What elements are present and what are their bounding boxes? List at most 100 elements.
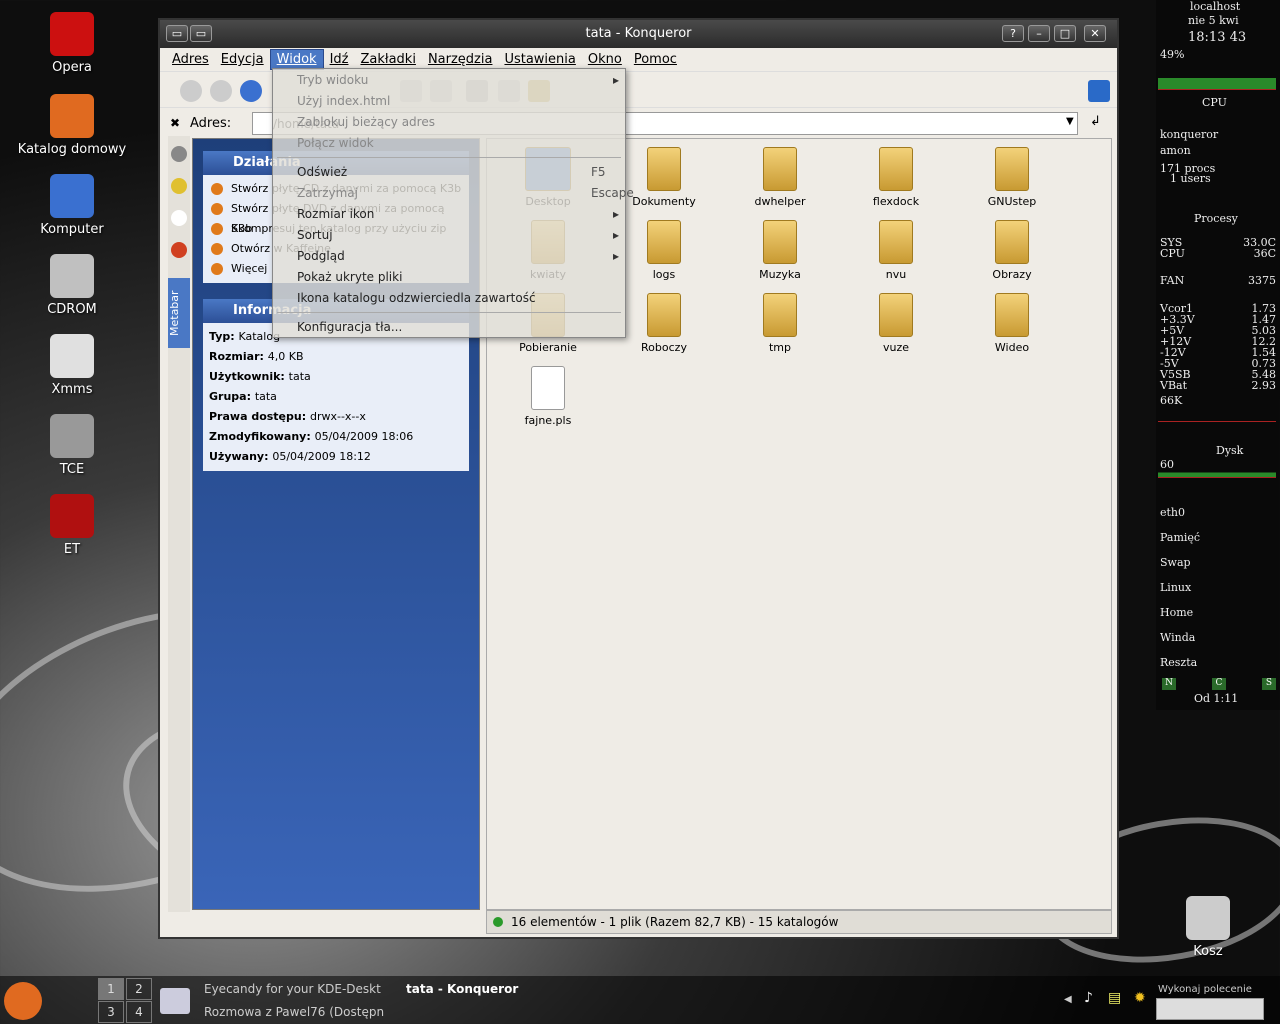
sidebar-tab-icon[interactable] [171, 146, 187, 162]
info-value: 05/04/2009 18:12 [272, 450, 371, 463]
view-menu-item-label: Rozmiar ikon [297, 207, 375, 221]
go-icon[interactable]: ↲ [1090, 114, 1101, 129]
view-menu-item[interactable]: Sortuj ▸ [297, 228, 619, 242]
view-menu-item-label: Zablokuj bieżący adres [297, 115, 435, 129]
view-menu-item-label: Pokaż ukryte pliki [297, 270, 403, 284]
folder-icon [763, 220, 797, 264]
desktop-3[interactable]: 3 [98, 1001, 124, 1023]
file-item[interactable]: flexdock [841, 147, 951, 208]
desktop-1[interactable]: 1 [98, 978, 124, 1000]
menu-zakładki[interactable]: Zakładki [354, 50, 421, 69]
folder-icon [879, 147, 913, 191]
notes-icon[interactable]: ▤ [1108, 990, 1121, 1006]
view-menu-item[interactable]: Odśwież F5 [297, 165, 606, 179]
cdrom-icon [50, 254, 94, 298]
conky-nav-button[interactable]: N [1162, 678, 1176, 690]
desktop-icon-komputer[interactable]: Komputer [12, 174, 132, 237]
menu-widok[interactable]: Widok [269, 49, 324, 70]
volume-icon[interactable]: ♪ [1084, 990, 1093, 1006]
view-menu-item-label: Użyj index.html [297, 94, 391, 108]
menu-idź[interactable]: Idź [324, 50, 355, 69]
bookmarks-icon[interactable] [171, 178, 187, 194]
file-item[interactable]: nvu [841, 220, 951, 281]
clear-address-icon[interactable]: ✖ [170, 116, 180, 130]
file-item[interactable]: Wideo [957, 293, 1067, 354]
taskbar-task[interactable]: Eyecandy for your KDE-Deskt [204, 982, 381, 996]
folder-icon [647, 220, 681, 264]
k-menu-icon[interactable] [4, 982, 42, 1020]
view-menu-item[interactable]: Ikona katalogu odzwierciedla zawartość [297, 291, 536, 305]
file-item[interactable]: dwhelper [725, 147, 835, 208]
file-item[interactable]: tmp [725, 293, 835, 354]
title-bar[interactable]: ▭ ▭ tata - Konqueror ? – □ ✕ [160, 20, 1117, 48]
conky-nav-button[interactable]: S [1262, 678, 1276, 690]
menu-adres[interactable]: Adres [166, 50, 215, 69]
xmms-icon [50, 334, 94, 378]
submenu-arrow-icon: ▸ [613, 228, 620, 242]
up-icon[interactable] [240, 80, 262, 102]
top-process-1: konqueror [1160, 128, 1219, 141]
menu-narzędzia[interactable]: Narzędzia [422, 50, 499, 69]
menu-separator [277, 157, 621, 158]
help-button[interactable]: ? [1002, 25, 1024, 42]
status-bar: 16 elementów - 1 plik (Razem 82,7 KB) - … [486, 910, 1112, 934]
file-item[interactable]: Obrazy [957, 220, 1067, 281]
show-desktop-icon[interactable] [160, 988, 190, 1014]
command-input[interactable] [1156, 998, 1264, 1020]
desktop-icon-katalog-domowy[interactable]: Katalog domowy [12, 94, 132, 157]
command-label: Wykonaj polecenie [1158, 984, 1252, 995]
back-icon[interactable] [180, 80, 202, 102]
info-key: Rozmiar: [209, 350, 268, 363]
chevron-down-icon[interactable]: ▼ [1066, 116, 1074, 127]
history-icon[interactable] [171, 210, 187, 226]
submenu-arrow-icon: ▸ [613, 73, 620, 87]
view-menu-item[interactable]: Podgląd ▸ [297, 249, 619, 263]
desktop-icon-opera[interactable]: Opera [12, 12, 132, 75]
system-monitor: localhost nie 5 kwi 18:13 43 49% CPU kon… [1156, 0, 1280, 710]
info-key: Zmodyfikowany: [209, 430, 315, 443]
conky-row: Winda [1160, 631, 1196, 644]
desktop-icon-cdrom[interactable]: CDROM [12, 254, 132, 317]
desktop-icon-label: Xmms [51, 382, 93, 397]
forward-icon[interactable] [210, 80, 232, 102]
info-row: Używany: 05/04/2009 18:12 [209, 447, 463, 467]
file-item[interactable]: Muzyka [725, 220, 835, 281]
desktop-icon-kosz[interactable]: Kosz [1148, 896, 1268, 959]
date-label: nie 5 kwi [1188, 14, 1239, 27]
taskbar-task[interactable]: tata - Konqueror [406, 982, 518, 996]
window-title: tata - Konqueror [585, 26, 692, 41]
desktop-2[interactable]: 2 [126, 978, 152, 1000]
taskbar-task[interactable]: Rozmowa z Pawel76 (Dostępn [204, 1005, 384, 1019]
view-menu-item[interactable]: Konfiguracja tła... [297, 320, 402, 334]
file-item[interactable]: fajne.pls [493, 366, 603, 427]
desktop-icon-label: TCE [59, 462, 85, 477]
desktop-4[interactable]: 4 [126, 1001, 152, 1023]
folder-icon [763, 293, 797, 337]
maximize-button[interactable]: □ [1054, 25, 1076, 42]
conky-nav-button[interactable]: C [1212, 678, 1226, 690]
file-item[interactable]: GNUstep [957, 147, 1067, 208]
conky-row: Swap [1160, 556, 1191, 569]
info-value: tata [288, 370, 311, 383]
minimize-button[interactable]: – [1028, 25, 1050, 42]
view-menu-item[interactable]: Rozmiar ikon ▸ [297, 207, 619, 221]
tray-arrow-icon[interactable]: ◀ [1064, 994, 1072, 1005]
close-button[interactable]: ✕ [1084, 25, 1106, 42]
desktop-icon-tce[interactable]: TCE [12, 414, 132, 477]
desktop-icon-label: ET [63, 542, 81, 557]
menu-edycja[interactable]: Edycja [215, 50, 270, 69]
menu-okno[interactable]: Okno [582, 50, 628, 69]
file-label: Obrazy [992, 268, 1032, 281]
tab-metabar[interactable]: Metabar [168, 278, 190, 348]
home-icon[interactable] [171, 242, 187, 258]
tce-icon [50, 414, 94, 458]
desktop-icon-xmms[interactable]: Xmms [12, 334, 132, 397]
view-menu-item[interactable]: Pokaż ukryte pliki [297, 270, 402, 284]
view-menu-item: Połącz widok [297, 136, 374, 150]
weather-icon[interactable]: ✹ [1134, 990, 1146, 1006]
info-row: Użytkownik: tata [209, 367, 463, 387]
menu-pomoc[interactable]: Pomoc [628, 50, 683, 69]
file-item[interactable]: vuze [841, 293, 951, 354]
menu-ustawienia[interactable]: Ustawienia [498, 50, 581, 69]
desktop-icon-et[interactable]: ET [12, 494, 132, 557]
